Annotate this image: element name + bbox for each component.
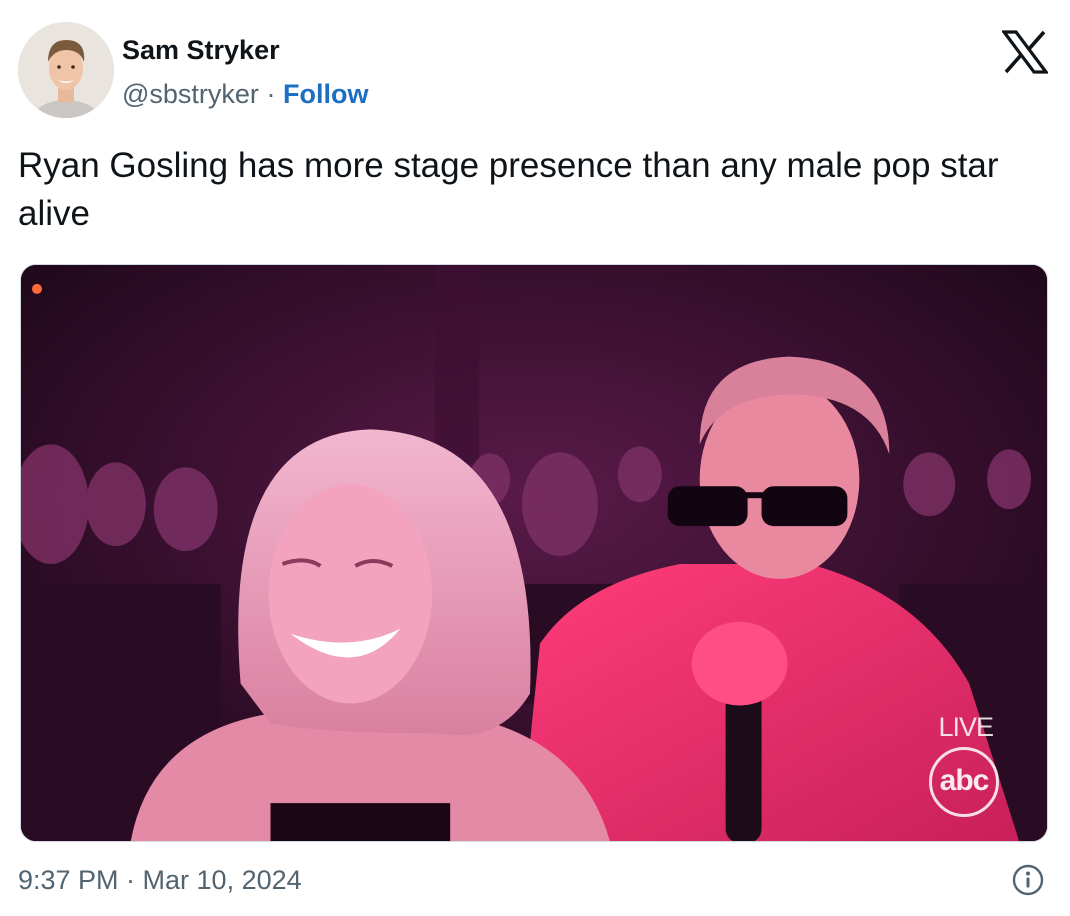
media-photo	[21, 265, 1047, 841]
handle-row: @sbstryker · Follow	[122, 78, 368, 110]
abc-logo: abc	[929, 747, 999, 817]
tweet-text: Ryan Gosling has more stage presence tha…	[18, 146, 999, 233]
separator-dot: ·	[266, 79, 276, 109]
tweet-media[interactable]: LIVE abc	[20, 264, 1048, 842]
follow-button[interactable]: Follow	[283, 79, 368, 109]
display-name[interactable]: Sam Stryker	[122, 34, 368, 66]
user-block: Sam Stryker @sbstryker · Follow	[122, 34, 368, 110]
tweet-header: Sam Stryker @sbstryker · Follow	[18, 22, 1050, 118]
x-logo-icon[interactable]	[1002, 30, 1048, 74]
user-handle[interactable]: @sbstryker	[122, 79, 259, 109]
live-overlay: LIVE	[938, 712, 994, 742]
info-icon[interactable]	[1012, 864, 1044, 896]
tweet-timestamp[interactable]: 9:37 PM · Mar 10, 2024	[18, 862, 302, 898]
avatar[interactable]	[18, 22, 114, 118]
avatar-photo-icon	[18, 22, 114, 118]
